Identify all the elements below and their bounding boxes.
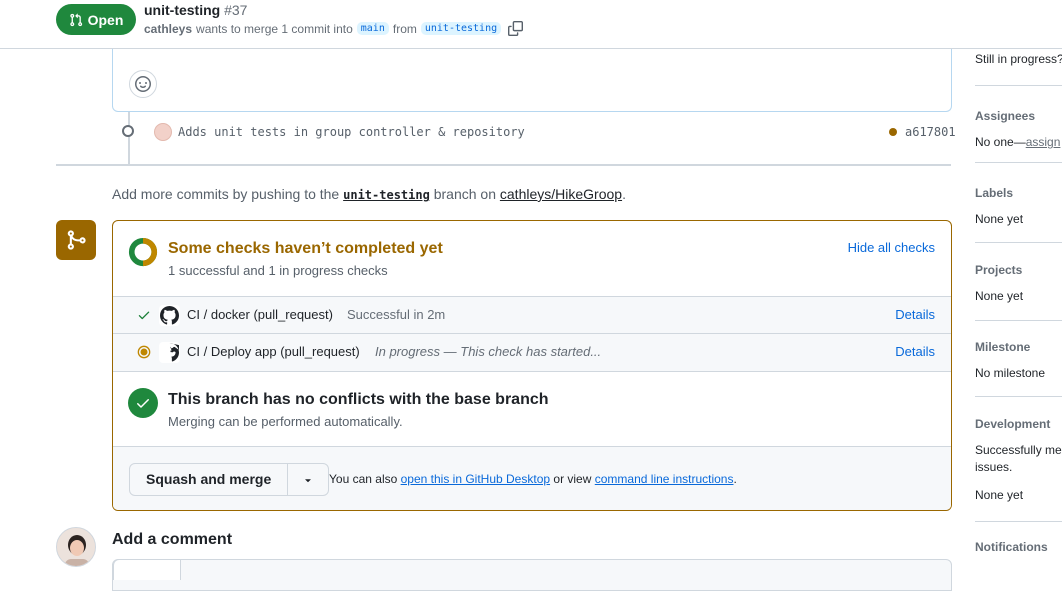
check-icon — [138, 311, 150, 320]
sidebar-projects: Projects None yet — [975, 263, 1062, 305]
sidebar-assignees-heading[interactable]: Assignees — [975, 109, 1062, 123]
push-hint-suffix: . — [622, 186, 626, 202]
copy-icon[interactable] — [508, 21, 524, 36]
git-pull-request-icon — [69, 13, 82, 26]
add-comment-heading: Add a comment — [112, 531, 233, 548]
check-row-deploy: CI / Deploy app (pull_request) In progre… — [113, 333, 951, 371]
pr-title-text: unit-testing — [144, 2, 221, 18]
sidebar-divider — [975, 162, 1062, 163]
sidebar-divider — [975, 242, 1062, 243]
sidebar-projects-value: None yet — [975, 289, 1024, 303]
sidebar-assignees-value: No one—assign — [975, 134, 1062, 151]
merge-period: . — [733, 472, 737, 486]
sidebar-milestone-value: No milestone — [975, 366, 1046, 380]
conflicts-title: This branch has no conflicts with the ba… — [168, 391, 549, 408]
sidebar-milestone: Milestone No milestone — [975, 340, 1062, 382]
head-branch-label[interactable]: unit-testing — [420, 22, 502, 35]
base-branch-label[interactable]: main — [356, 22, 389, 35]
sidebar-divider — [975, 85, 1062, 86]
sidebar-notifications-heading: Notifications — [975, 540, 1048, 554]
sidebar-development: Development Successfully mer issues. Non… — [975, 417, 1062, 504]
merge-also-text: You can also — [329, 472, 398, 486]
tab-write[interactable] — [113, 559, 181, 580]
sticky-header: Open unit-testing #37 cathleys wants to … — [0, 0, 1062, 49]
push-hint-middle: branch on — [433, 186, 496, 202]
merge-footer: Squash and merge You can also open this … — [113, 446, 951, 510]
pr-number: #37 — [224, 2, 248, 18]
push-hint-prefix: Add more commits by pushing to the — [112, 186, 340, 202]
pr-author-link[interactable]: cathleys — [144, 22, 192, 36]
conflicts-status: This branch has no conflicts with the ba… — [113, 371, 951, 447]
checks-subtitle: 1 successful and 1 in progress checks — [168, 263, 388, 278]
commit-message-link[interactable]: Adds unit tests in group controller & re… — [178, 125, 525, 139]
commit-author-avatar[interactable] — [154, 123, 172, 141]
assign-yourself-link[interactable]: assign — [1026, 135, 1061, 149]
checks-summary: Some checks haven’t completed yet 1 succ… — [113, 221, 951, 296]
pr-meta: cathleys wants to merge 1 commit into ma… — [144, 21, 524, 36]
sidebar-development-line1: Successfully mer — [975, 443, 1062, 457]
sidebar-labels-value: None yet — [975, 212, 1024, 226]
sidebar-reviewers-tail: Still in progress? — [975, 51, 1062, 68]
check-name-docker: CI / docker (pull_request) — [187, 307, 333, 322]
pr-state-label: Open — [87, 11, 124, 28]
git-commit-icon — [122, 125, 134, 137]
add-reaction-button[interactable] — [129, 70, 157, 98]
check-details-docker-link[interactable]: Details — [895, 307, 935, 322]
merge-status-icon-box — [56, 220, 96, 260]
command-line-instructions-link[interactable]: command line instructions — [595, 472, 734, 486]
merge-or-view-text: or view — [553, 472, 592, 486]
checks-progress-donut-icon — [128, 237, 158, 267]
push-hint-repo-link[interactable]: cathleys/HikeGroop — [500, 186, 622, 202]
pr-meta-text: wants to merge 1 commit into — [196, 21, 353, 36]
github-mark-icon — [159, 342, 180, 363]
sidebar-development-value: None yet — [975, 488, 1024, 502]
current-user-avatar[interactable] — [56, 527, 96, 567]
check-circle-icon — [128, 388, 158, 418]
sidebar-notifications: Notifications — [975, 540, 1062, 565]
pr-title: unit-testing #37 — [144, 2, 247, 18]
open-github-desktop-link[interactable]: open this in GitHub Desktop — [401, 472, 550, 486]
checks-title: Some checks haven’t completed yet — [168, 240, 443, 257]
comment-editor-toolbar[interactable] — [112, 559, 952, 591]
git-merge-icon — [67, 230, 86, 250]
hide-all-checks-link[interactable]: Hide all checks — [848, 240, 935, 255]
push-hint: Add more commits by pushing to the unit-… — [112, 186, 626, 202]
check-name-deploy: CI / Deploy app (pull_request) — [187, 344, 360, 359]
commit-sha-link[interactable]: a617801 — [905, 125, 956, 139]
sidebar-divider — [975, 521, 1062, 522]
sidebar-milestone-heading[interactable]: Milestone — [975, 340, 1062, 354]
push-hint-branch-link[interactable]: unit-testing — [343, 188, 430, 202]
sidebar-development-heading[interactable]: Development — [975, 417, 1062, 431]
sidebar-assignees: Assignees No one—assign — [975, 109, 1062, 151]
sidebar-labels: Labels None yet — [975, 186, 1062, 228]
sidebar-projects-heading[interactable]: Projects — [975, 263, 1062, 277]
check-desc-deploy: In progress — This check has started... — [375, 344, 602, 359]
check-desc-docker: Successful in 2m — [347, 307, 446, 322]
github-mark-icon — [159, 305, 180, 326]
assignees-none-text: No one— — [975, 135, 1026, 149]
commit-status-pending-icon[interactable] — [889, 128, 897, 136]
sidebar-labels-heading[interactable]: Labels — [975, 186, 1062, 200]
sidebar-divider — [975, 396, 1062, 397]
dot-fill-icon — [137, 345, 151, 359]
conflicts-subtitle: Merging can be performed automatically. — [168, 414, 403, 429]
sidebar-still-in-progress[interactable]: Still in progress? — [975, 51, 1062, 68]
merge-box: Some checks haven’t completed yet 1 succ… — [112, 220, 952, 511]
merge-method-dropdown-button[interactable] — [288, 464, 328, 495]
merge-button-group: Squash and merge — [129, 463, 330, 496]
pr-state-badge: Open — [56, 4, 136, 35]
pr-from-text: from — [392, 21, 417, 36]
check-details-deploy-link[interactable]: Details — [895, 344, 935, 359]
sidebar-divider — [975, 320, 1062, 321]
merge-footer-text: You can also open this in GitHub Desktop… — [329, 472, 737, 486]
triangle-down-icon — [305, 478, 312, 482]
smiley-icon — [135, 76, 151, 92]
timeline-divider — [56, 164, 951, 166]
squash-and-merge-button[interactable]: Squash and merge — [130, 464, 289, 495]
sidebar-development-line2: issues. — [975, 460, 1013, 474]
commit-row: Adds unit tests in group controller & re… — [120, 122, 956, 142]
sidebar: Still in progress? Assignees No one—assi… — [975, 48, 1062, 574]
check-row-docker: CI / docker (pull_request) Successful in… — [113, 296, 951, 334]
